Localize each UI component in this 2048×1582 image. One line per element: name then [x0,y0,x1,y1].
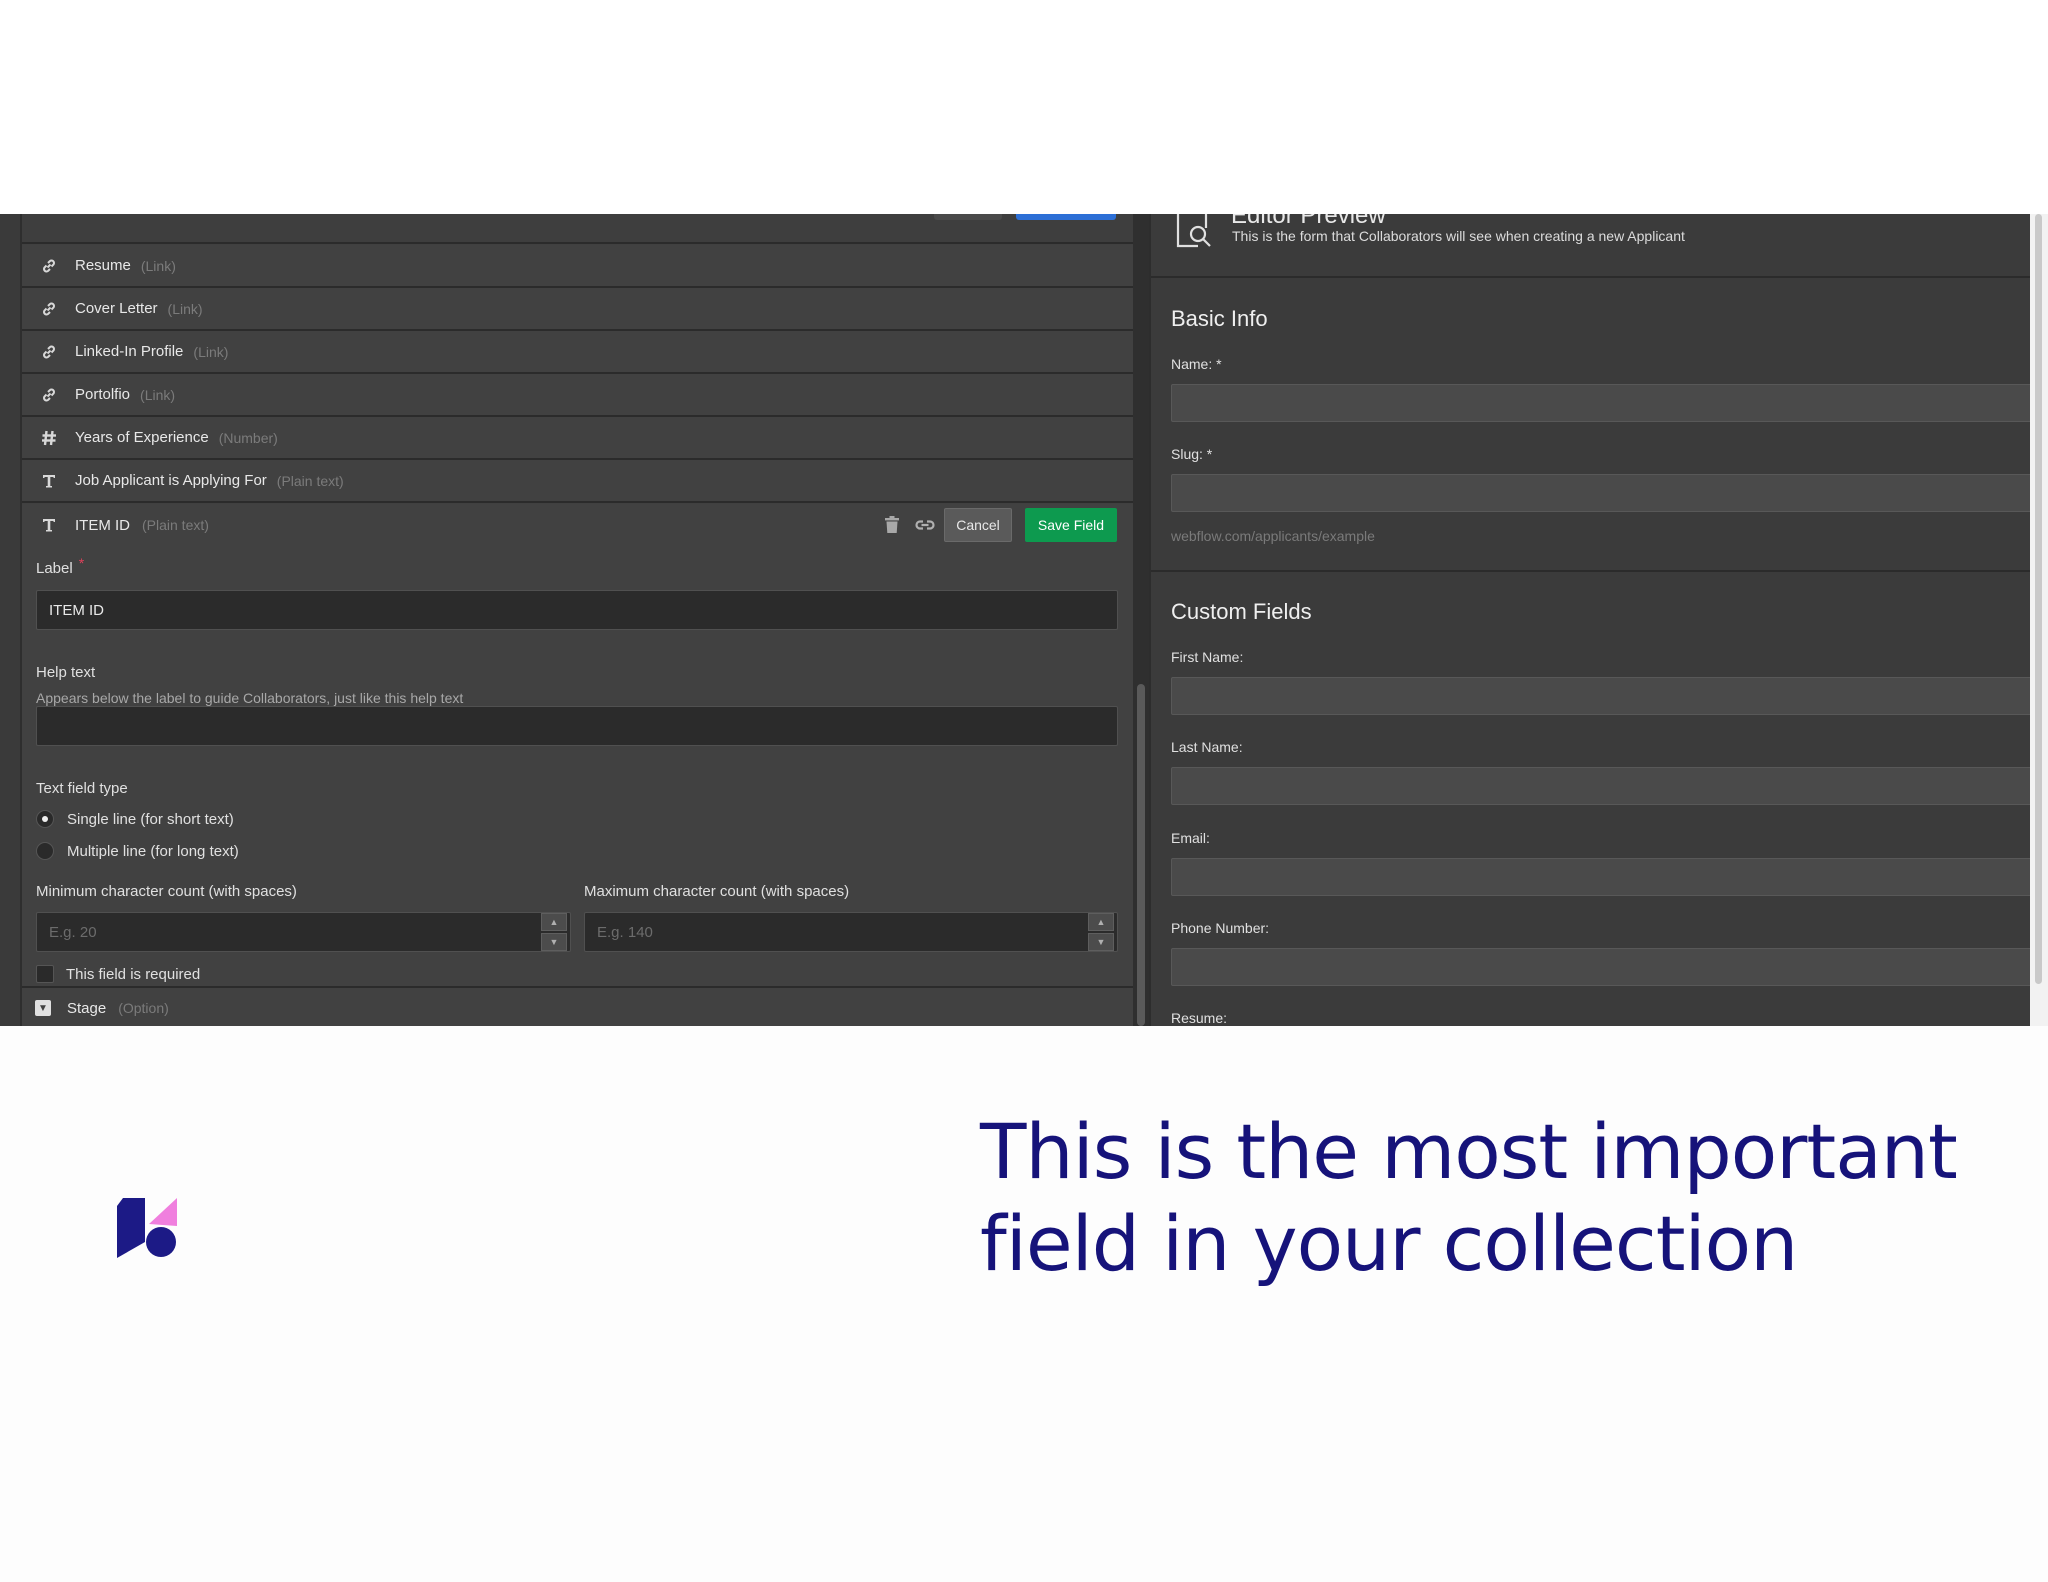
scrollbar-thumb[interactable] [2035,214,2042,984]
field-type: (Plain text) [142,517,209,533]
field-type: (Link) [140,257,176,274]
editor-preview-panel: Editor Preview This is the form that Col… [1149,214,2032,1026]
field-name: Stage [67,999,107,1017]
text-icon [37,469,61,493]
link-icon [37,254,61,278]
min-count-stepper[interactable]: ▲ ▼ [541,913,567,951]
first-name-input[interactable] [1171,677,2032,715]
field-name: Portolfio [75,386,131,403]
phone-label: Phone Number: [1171,920,1270,936]
single-line-label: Single line (for short text) [67,811,234,828]
min-count-caption: Minimum character count (with spaces) [36,883,297,900]
dropdown-icon: ▼ [35,1000,51,1016]
header-button-partial[interactable] [934,214,1002,220]
label-caption: Label * [36,555,84,577]
label-input[interactable]: ITEM ID [36,590,1118,630]
link-icon [37,297,61,321]
brand-logo [117,1198,177,1258]
editor-preview-header: Editor Preview This is the form that Col… [1151,214,2032,278]
basic-info-heading: Basic Info [1171,306,1268,331]
field-name: Linked-In Profile [75,343,184,360]
header-primary-button-partial[interactable] [1016,214,1116,220]
text-field-type-caption: Text field type [36,780,128,797]
field-type: (Link) [193,343,229,360]
link-icon [37,340,61,364]
name-input[interactable] [1171,384,2032,422]
stepper-down-icon[interactable]: ▼ [541,933,567,951]
field-list: Resume (Link) Cover Letter (Link) Linked… [20,214,1136,1026]
link-icon [37,383,61,407]
left-gutter [0,214,22,1026]
help-text-description: Appears below the label to guide Collabo… [36,690,464,706]
field-editor: ITEM ID (Plain text) Cancel Save Field L… [22,504,1134,988]
label-caption-text: Label [36,560,73,577]
first-name-label: First Name: [1171,649,1244,665]
headline-line-1: This is the most important [980,1107,1958,1196]
field-name: Resume [75,257,131,274]
stepper-up-icon[interactable]: ▲ [541,913,567,931]
right-scrollbar[interactable] [2030,214,2048,1026]
field-list-panel: Resume (Link) Cover Letter (Link) Linked… [0,214,1149,1026]
last-name-input[interactable] [1171,767,2032,805]
help-text-caption: Help text [36,664,96,681]
field-row-job-applying-for[interactable]: Job Applicant is Applying For (Plain tex… [22,460,1134,503]
field-row-portfolio[interactable]: Portolfio (Link) [22,374,1134,417]
field-row-linkedin[interactable]: Linked-In Profile (Link) [22,331,1134,374]
editor-preview-subtitle: This is the form that Collaborators will… [1232,228,1685,244]
field-name: Years of Experience [75,429,209,446]
stepper-up-icon[interactable]: ▲ [1088,913,1114,931]
field-type: (Link) [140,386,176,403]
field-type: (Option) [118,1000,169,1016]
field-type: (Link) [167,300,203,317]
left-scrollbar[interactable] [1133,214,1149,1026]
max-count-input[interactable]: E.g. 140 [584,912,1118,952]
field-name: Cover Letter [75,300,158,317]
help-text-input[interactable] [36,706,1118,746]
required-checkbox-label: This field is required [66,966,201,983]
text-icon [37,513,61,537]
custom-fields-heading: Custom Fields [1171,599,1312,624]
field-row-years-experience[interactable]: Years of Experience (Number) [22,417,1134,460]
field-name: Job Applicant is Applying For [75,472,267,489]
stepper-down-icon[interactable]: ▼ [1088,933,1114,951]
section-divider [1151,570,2032,572]
max-count-caption: Maximum character count (with spaces) [584,883,850,900]
slug-input[interactable] [1171,474,2032,512]
required-marker: * [78,555,85,571]
email-label: Email: [1171,830,1210,846]
multiple-line-radio[interactable] [36,842,54,860]
email-input[interactable] [1171,858,2032,896]
headline: This is the most important field in your… [980,1106,2020,1290]
single-line-radio[interactable] [36,810,54,828]
field-row-resume[interactable]: Resume (Link) [22,245,1134,288]
phone-input[interactable] [1171,948,2032,986]
slug-label: Slug: * [1171,446,1213,462]
trash-icon[interactable] [885,516,899,533]
slug-hint: webflow.com/applicants/example [1171,528,1375,544]
hash-icon [37,426,61,450]
multiple-line-label: Multiple line (for long text) [67,843,239,860]
headline-line-2: field in your collection [980,1199,1798,1288]
max-count-stepper[interactable]: ▲ ▼ [1088,913,1114,951]
name-label: Name: * [1171,356,1222,372]
field-type: (Plain text) [276,472,344,489]
field-row-cover-letter[interactable]: Cover Letter (Link) [22,288,1134,331]
field-type: (Number) [218,429,278,446]
resume-label: Resume: [1171,1010,1228,1026]
last-name-label: Last Name: [1171,739,1243,755]
preview-magnifier-icon [1176,214,1211,248]
cancel-button[interactable]: Cancel [944,508,1012,542]
panel-header-partial [22,214,1134,244]
min-count-input[interactable]: E.g. 20 [36,912,571,952]
save-field-button[interactable]: Save Field [1025,508,1117,542]
field-name: ITEM ID [75,516,130,534]
link-icon[interactable] [915,517,935,533]
screenshot-region: Resume (Link) Cover Letter (Link) Linked… [0,214,2048,1026]
field-row-stage[interactable]: ▼ Stage (Option) [22,988,1134,1026]
required-checkbox[interactable] [36,965,54,983]
scrollbar-thumb[interactable] [1137,684,1145,1026]
